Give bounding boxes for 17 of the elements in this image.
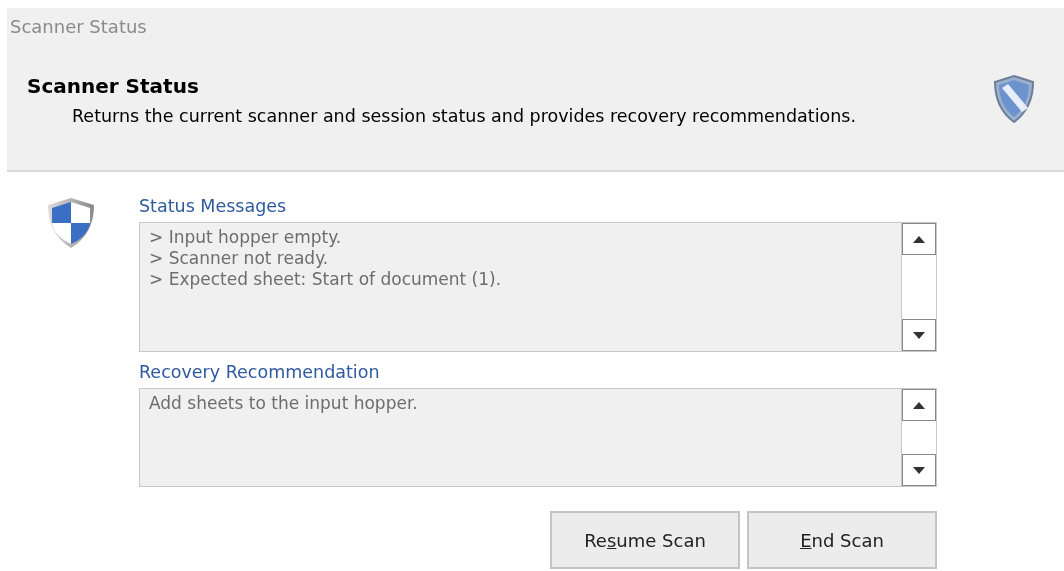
message-line: Add sheets to the input hopper. [149,393,418,414]
scan-button[interactable]: End Scan [747,511,937,569]
section-label: Status Messages [139,196,287,216]
scroll-up-icon[interactable] [913,401,925,409]
shield-icon [992,74,1036,124]
window-title: Scanner Status [9,15,147,39]
message-line: > Input hopper empty. [149,227,342,248]
header-title: Scanner Status [27,74,199,98]
header-description: Returns the current scanner and session status and provides recovery recommendations. [71,106,856,126]
scroll-down-icon[interactable] [913,331,925,339]
message-line: > Expected sheet: Start of document (1). [149,269,502,290]
scroll-down-icon[interactable] [913,466,925,474]
message-line: > Scanner not ready. [149,248,329,269]
shield-icon [45,196,97,250]
section-label: Recovery Recommendation [139,362,380,382]
scroll-up-icon[interactable] [913,235,925,243]
scan-button[interactable]: Resume Scan [550,511,740,569]
